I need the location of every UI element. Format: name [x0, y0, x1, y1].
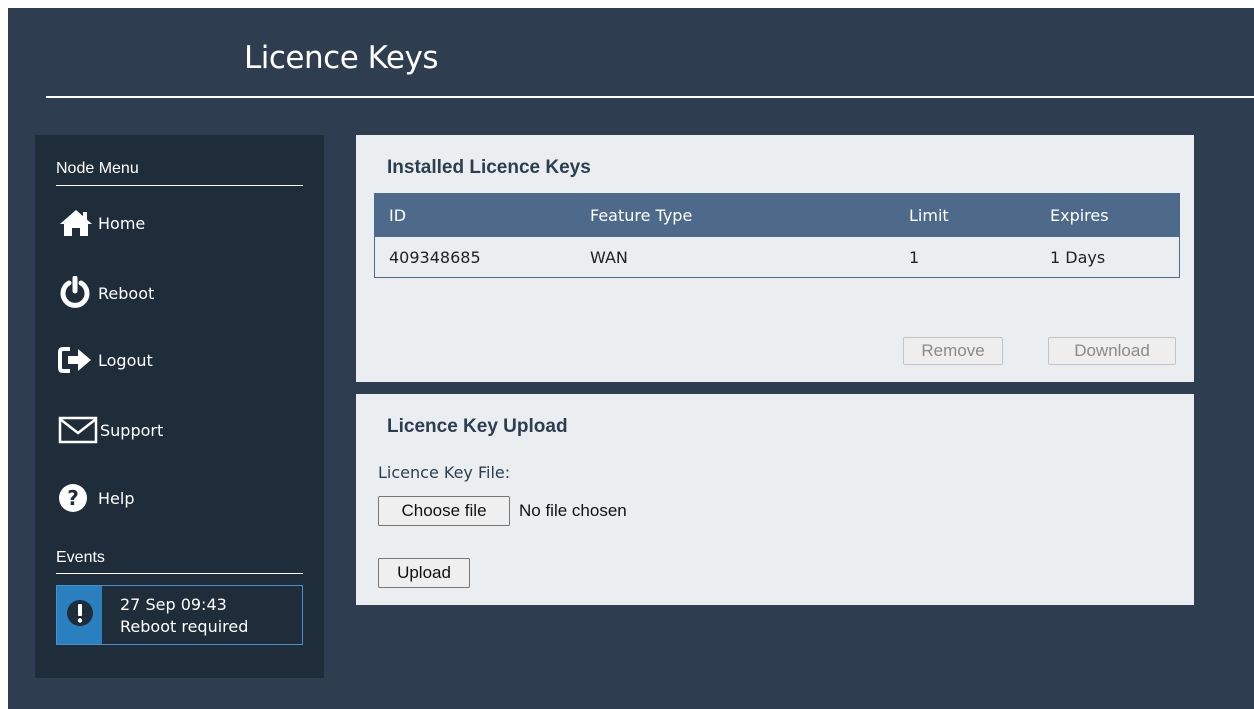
sidebar-item-label: Home [98, 213, 146, 233]
table-row[interactable]: 409348685 WAN 1 1 Days [374, 237, 1180, 278]
event-item[interactable]: 27 Sep 09:43 Reboot required [56, 585, 303, 645]
sidebar-item-label: Help [98, 488, 135, 508]
event-icon-column [57, 586, 102, 644]
licence-keys-table: ID Feature Type Limit Expires 409348685 … [374, 193, 1180, 278]
svg-text:?: ? [67, 486, 79, 510]
table-header-row: ID Feature Type Limit Expires [374, 193, 1180, 237]
upload-title: Licence Key Upload [387, 416, 568, 437]
power-icon [58, 275, 98, 311]
events-divider [56, 573, 303, 574]
sidebar-item-support[interactable]: Support [58, 410, 163, 450]
cell-feature-type: WAN [576, 237, 895, 278]
events-heading: Events [56, 549, 105, 566]
app-window: Licence Keys Node Menu Home Reboot Logou… [8, 8, 1254, 709]
choose-file-button[interactable]: Choose file [378, 496, 510, 526]
upload-button[interactable]: Upload [378, 558, 470, 588]
upload-panel: Licence Key Upload Licence Key File: Cho… [356, 394, 1194, 605]
download-button[interactable]: Download [1048, 337, 1176, 365]
sidebar-item-label: Support [100, 420, 164, 440]
column-header-id: ID [374, 193, 576, 237]
sidebar-item-help[interactable]: ? Help [58, 478, 134, 518]
event-text: 27 Sep 09:43 Reboot required [102, 586, 248, 644]
node-menu-divider [56, 185, 303, 186]
licence-key-file-label: Licence Key File: [378, 463, 511, 482]
envelope-icon [58, 412, 100, 448]
page-title: Licence Keys [244, 40, 438, 76]
home-icon [58, 205, 98, 241]
title-divider [46, 96, 1254, 98]
sidebar-item-logout[interactable]: Logout [58, 340, 153, 380]
remove-button[interactable]: Remove [903, 337, 1003, 365]
cell-limit: 1 [895, 237, 1036, 278]
column-header-feature-type: Feature Type [576, 193, 895, 237]
question-circle-icon: ? [58, 480, 98, 516]
column-header-limit: Limit [895, 193, 1036, 237]
event-time: 27 Sep 09:43 [120, 595, 227, 614]
sidebar-item-reboot[interactable]: Reboot [58, 273, 154, 313]
exclamation-icon [65, 598, 95, 632]
installed-keys-panel: Installed Licence Keys ID Feature Type L… [356, 135, 1194, 382]
sidebar-item-label: Reboot [98, 283, 155, 303]
cell-id: 409348685 [374, 237, 576, 278]
sidebar-item-home[interactable]: Home [58, 203, 145, 243]
logout-icon [58, 342, 98, 378]
sidebar: Node Menu Home Reboot Logout Support ? H… [35, 135, 324, 678]
node-menu-heading: Node Menu [56, 160, 139, 177]
sidebar-item-label: Logout [98, 350, 153, 370]
column-header-expires: Expires [1036, 193, 1180, 237]
cell-expires: 1 Days [1036, 237, 1180, 278]
file-status: No file chosen [519, 501, 627, 520]
installed-keys-title: Installed Licence Keys [387, 157, 591, 178]
event-message: Reboot required [120, 617, 249, 636]
